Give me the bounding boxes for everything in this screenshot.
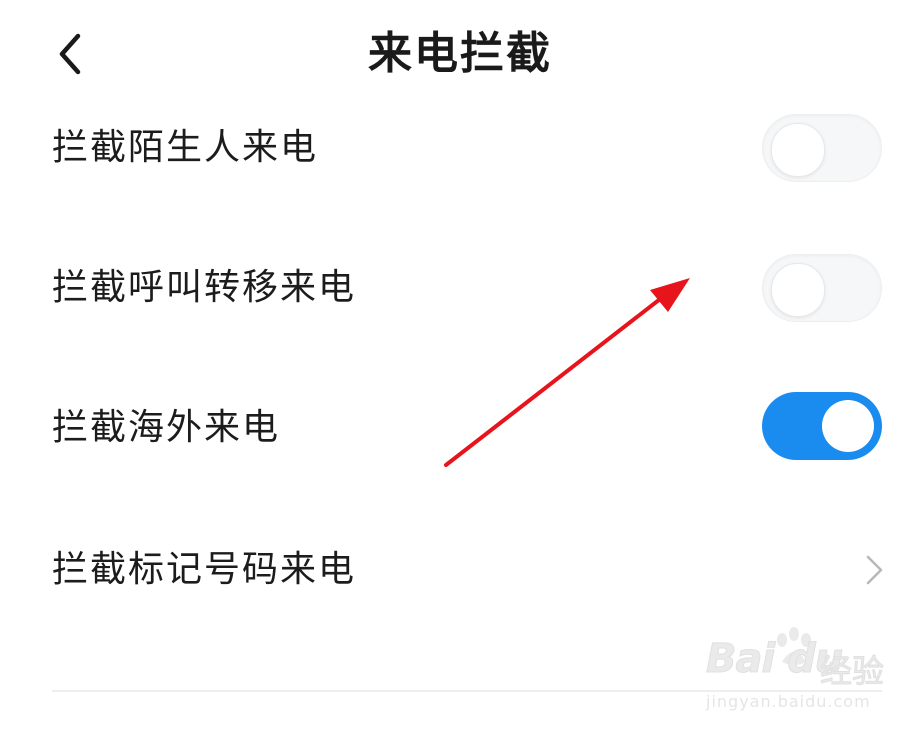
header-bar: 来电拦截 xyxy=(0,0,920,110)
watermark-service: 经验 xyxy=(819,652,885,691)
setting-row-block-overseas: 拦截海外来电 xyxy=(0,378,920,478)
setting-row-block-forwarded: 拦截呼叫转移来电 xyxy=(0,238,920,338)
setting-row-block-marked[interactable]: 拦截标记号码来电 xyxy=(0,520,920,620)
watermark-url: jingyan.baidu.com xyxy=(706,692,871,711)
baidu-watermark: Bai du 经验 jingyan.baidu.com xyxy=(700,622,900,718)
setting-row-block-strangers: 拦截陌生人来电 xyxy=(0,98,920,198)
setting-label: 拦截海外来电 xyxy=(52,407,281,448)
block-forwarded-toggle[interactable] xyxy=(762,254,882,322)
chevron-right-icon xyxy=(866,555,883,585)
toggle-knob xyxy=(771,263,825,317)
page-title: 来电拦截 xyxy=(368,28,552,79)
setting-label: 拦截陌生人来电 xyxy=(52,127,319,168)
block-overseas-toggle[interactable] xyxy=(762,392,882,460)
block-strangers-toggle[interactable] xyxy=(762,114,882,182)
toggle-knob xyxy=(771,123,825,177)
setting-label: 拦截标记号码来电 xyxy=(52,549,357,590)
toggle-knob xyxy=(822,400,874,452)
setting-label: 拦截呼叫转移来电 xyxy=(52,267,357,308)
